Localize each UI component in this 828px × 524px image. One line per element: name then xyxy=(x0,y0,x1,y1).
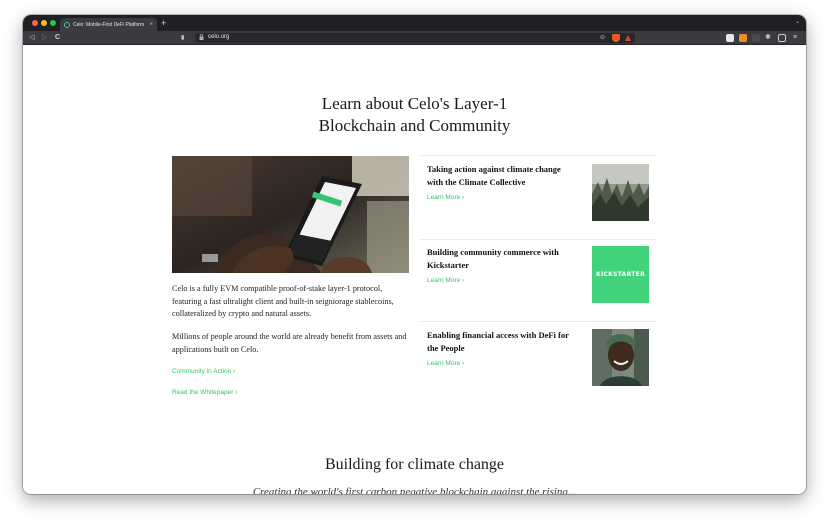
chevron-right-icon: › xyxy=(233,368,236,375)
climate-section-heading: Building for climate change xyxy=(324,456,505,473)
climate-forest-thumbnail xyxy=(592,164,649,221)
card-title-defi: Enabling financial access with DeFi for … xyxy=(427,330,569,353)
defi-person-thumbnail xyxy=(592,329,649,386)
learn-more-link-defi[interactable]: Learn More › xyxy=(427,360,464,367)
card-divider xyxy=(420,321,656,322)
heading-line-2: Blockchain and Community xyxy=(318,116,511,135)
minimize-window-button[interactable] xyxy=(41,20,47,26)
hero-image-phone-in-hands xyxy=(172,156,409,273)
learn-more-link-climate[interactable]: Learn More › xyxy=(427,194,464,201)
kickstarter-logo-thumbnail: KICKSTARTER xyxy=(592,246,649,303)
card-divider xyxy=(420,239,656,240)
community-link-label: Community in Action xyxy=(172,368,232,375)
climate-section-subline: Creating the world's first carbon negati… xyxy=(252,486,577,494)
forward-icon[interactable]: ▷ xyxy=(42,33,47,43)
brave-rewards-icon[interactable] xyxy=(625,35,631,41)
tab-close-icon[interactable]: × xyxy=(149,22,153,28)
tab-strip: Celo: Mobile-First DeFi Platform × + ⌄ xyxy=(23,15,806,31)
extensions-puzzle-icon[interactable]: ✱ xyxy=(765,33,771,43)
zoom-icon[interactable]: ⊖ xyxy=(600,34,605,41)
back-icon[interactable]: ◁ xyxy=(29,33,34,43)
community-in-action-link[interactable]: Community in Action › xyxy=(172,368,235,375)
metamask-icon[interactable] xyxy=(739,34,747,42)
whitepaper-link-label: Read the Whitepaper xyxy=(172,389,234,396)
menu-icon[interactable]: ≡ xyxy=(793,33,797,43)
extension-icon[interactable] xyxy=(752,34,760,42)
tab-search-chevron-icon[interactable]: ⌄ xyxy=(795,18,800,25)
reload-icon[interactable]: C xyxy=(55,33,60,43)
new-tab-button[interactable]: + xyxy=(161,18,166,28)
url-text: celo.org xyxy=(208,34,230,40)
learn-more-link-kickstarter[interactable]: Learn More › xyxy=(427,277,464,284)
tab-celo[interactable]: Celo: Mobile-First DeFi Platform × xyxy=(60,18,157,31)
lock-icon xyxy=(199,34,204,42)
heading-line-1: Learn about Celo's Layer-1 xyxy=(321,94,508,113)
card-title-climate: Taking action against climate change wit… xyxy=(427,164,561,187)
address-bar[interactable]: celo.org ⊖ xyxy=(195,33,635,43)
close-window-button[interactable] xyxy=(32,20,38,26)
section-heading: Learn about Celo's Layer-1 Blockchain an… xyxy=(23,93,806,137)
brave-shields-icon[interactable] xyxy=(612,34,620,42)
celo-favicon-icon xyxy=(64,21,70,28)
whitepaper-link[interactable]: Read the Whitepaper › xyxy=(172,389,237,396)
maximize-window-button[interactable] xyxy=(50,20,56,26)
card-divider xyxy=(420,155,656,156)
browser-window: Celo: Mobile-First DeFi Platform × + ⌄ ◁… xyxy=(23,15,806,494)
kickstarter-logo-text: KICKSTARTER xyxy=(596,271,645,278)
extension-icon[interactable] xyxy=(726,34,734,42)
card-title-kickstarter: Building community commerce with Kicksta… xyxy=(427,247,559,270)
browser-toolbar: ◁ ▷ C ▮ celo.org ⊖ ✱ ≡ xyxy=(23,31,806,45)
chevron-right-icon: › xyxy=(235,389,238,396)
bookmark-icon[interactable]: ▮ xyxy=(181,33,184,43)
sidebar-icon[interactable] xyxy=(778,34,786,42)
tab-title: Celo: Mobile-First DeFi Platform xyxy=(73,21,145,28)
intro-paragraph: Celo is a fully EVM compatible proof-of-… xyxy=(172,284,394,318)
page-content: Learn about Celo's Layer-1 Blockchain an… xyxy=(23,45,806,494)
usage-paragraph: Millions of people around the world are … xyxy=(172,332,407,354)
